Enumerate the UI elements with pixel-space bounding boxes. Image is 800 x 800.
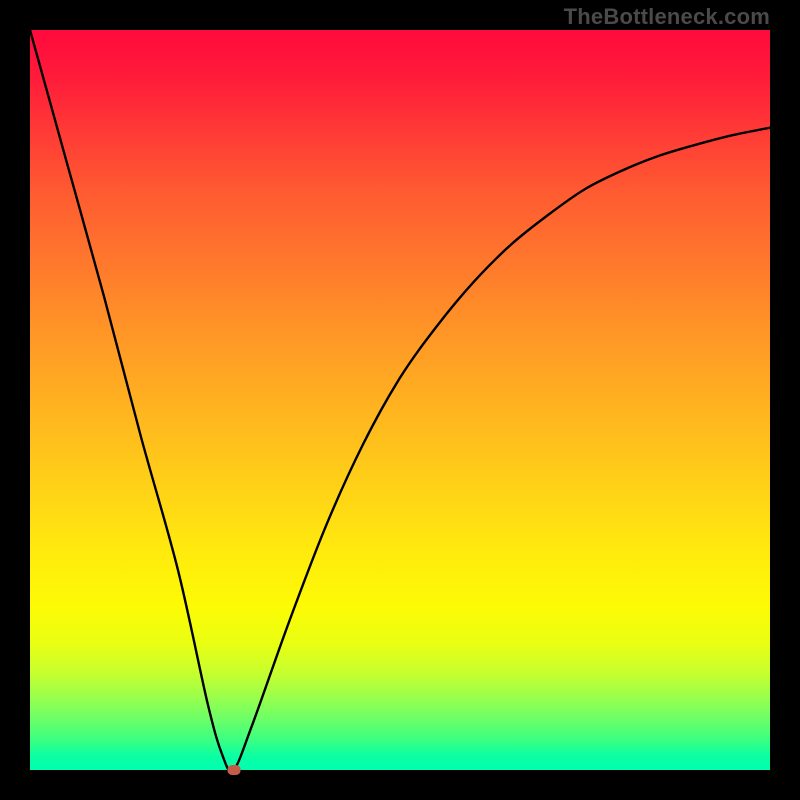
bottleneck-curve (30, 30, 770, 770)
chart-frame: TheBottleneck.com (0, 0, 800, 800)
watermark-text: TheBottleneck.com (564, 4, 770, 30)
curve-path (30, 30, 770, 771)
minimum-marker (227, 765, 240, 775)
plot-area (30, 30, 770, 770)
